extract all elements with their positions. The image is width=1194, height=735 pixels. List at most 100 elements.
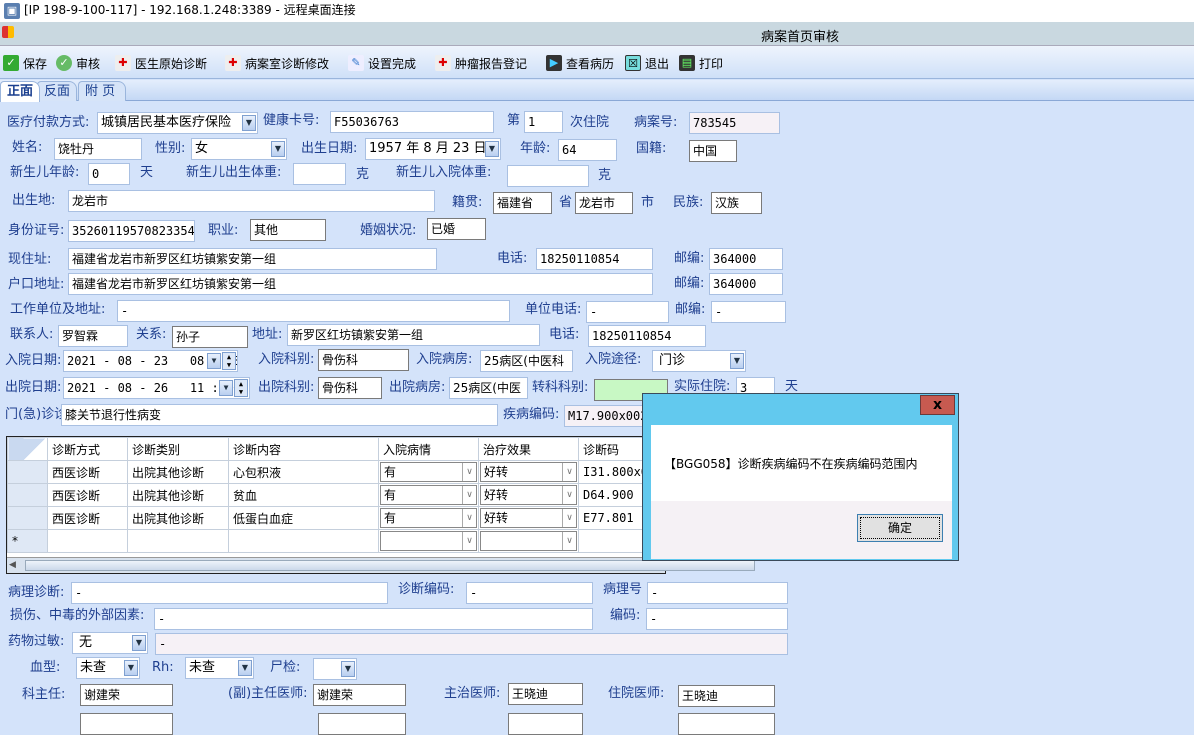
director-field[interactable]: 谢建荣 [80,684,173,706]
chevron-down-icon[interactable]: ∨ [462,486,476,504]
partial-field[interactable] [678,713,775,735]
cell[interactable]: 低蛋白血症 [228,506,379,530]
chevron-down-icon[interactable]: ▼ [238,660,252,676]
phone-field[interactable]: 18250110854 [536,248,653,270]
set-complete-button[interactable]: ✎ 设置完成 [348,54,416,72]
admission-condition-select[interactable]: 有 ∨ [378,506,479,530]
contact-address-field[interactable]: 新罗区红坊镇紫安第一组 [287,324,540,346]
case-no-field[interactable]: 783545 [689,112,780,134]
job-field[interactable]: 其他 [250,219,326,241]
injury-field[interactable]: - [154,608,593,630]
row-header[interactable] [7,460,48,484]
chevron-down-icon[interactable]: ▼ [485,141,499,157]
path-no-field[interactable]: - [647,582,788,604]
partial-field[interactable] [318,713,406,735]
row-header[interactable] [7,483,48,507]
marital-field[interactable]: 已婚 [427,218,486,240]
injury-code-field[interactable]: - [646,608,788,630]
newborn-admit-weight-field[interactable] [507,165,589,187]
cell[interactable]: 出院其他诊断 [127,506,229,530]
cell[interactable]: 西医诊断 [47,483,128,507]
visit-count-field[interactable]: 1 [524,111,563,133]
chief-physician-field[interactable]: 谢建荣 [313,684,406,706]
partial-field[interactable] [80,713,173,735]
health-card-field[interactable]: F55036763 [330,111,494,133]
cell[interactable]: 西医诊断 [47,506,128,530]
native-province-field[interactable]: 福建省 [493,192,552,214]
discharge-datetime-picker[interactable]: 2021 - 08 - 26 11 : 06 ▼ ▲ ▼ [63,377,250,399]
native-city-field[interactable]: 龙岩市 [575,192,633,214]
address-field[interactable]: 福建省龙岩市新罗区红坊镇紫安第一组 [68,248,437,270]
chevron-down-icon[interactable]: ∨ [562,486,576,504]
column-header[interactable]: 诊断类别 [127,437,229,461]
out-ward-field[interactable]: 25病区(中医 [449,377,528,399]
admission-datetime-picker[interactable]: 2021 - 08 - 23 08 : 53 ▼ ▲ ▼ [63,350,238,372]
admission-condition-select[interactable]: 有 ∨ [378,483,479,507]
pathology-field[interactable]: - [71,582,388,604]
autopsy-select[interactable]: ▼ [313,658,357,680]
chevron-down-icon[interactable]: ▼ [207,353,221,369]
cell[interactable]: 出院其他诊断 [127,460,229,484]
chevron-down-icon[interactable]: ▼ [132,635,146,651]
in-dept-field[interactable]: 骨伤科 [318,349,409,371]
chevron-down-icon[interactable]: ▼ [219,380,233,396]
chevron-down-icon[interactable]: ∨ [562,532,576,550]
admission-condition-select[interactable]: 有 ∨ [378,460,479,484]
attending-field[interactable]: 王晓迪 [508,683,583,705]
chevron-down-icon[interactable]: ▼ [242,115,256,131]
name-field[interactable]: 饶牡丹 [54,138,142,160]
chevron-down-icon[interactable]: ∨ [462,509,476,527]
treatment-result-select[interactable]: 好转 ∨ [478,506,579,530]
rh-select[interactable]: 未查 ▼ [185,657,254,679]
payment-select[interactable]: 城镇居民基本医疗保险 ▼ [97,112,258,134]
ok-button[interactable]: 确定 [857,514,943,542]
id-number-field[interactable]: 352601195708233541 [68,220,195,242]
column-header[interactable]: 诊断内容 [228,437,379,461]
work-phone-field[interactable]: - [586,301,669,323]
horizontal-scrollbar[interactable]: ◀ [7,557,755,573]
work-zip-field[interactable]: - [711,301,786,323]
sex-select[interactable]: 女 ▼ [191,138,287,160]
contact-phone-field[interactable]: 18250110854 [588,325,706,347]
path-code-field[interactable]: - [466,582,593,604]
cell[interactable]: 西医诊断 [47,460,128,484]
cell[interactable]: 贫血 [228,483,379,507]
save-button[interactable]: ✓ 保存 [3,54,47,72]
out-dept-field[interactable]: 骨伤科 [318,377,382,399]
partial-field[interactable] [508,713,583,735]
tab-back[interactable]: 反面 [37,81,78,101]
column-header[interactable]: 治疗效果 [478,437,579,461]
cell[interactable] [47,529,128,553]
audit-button[interactable]: ✓ 审核 [56,54,100,72]
chevron-down-icon[interactable]: ▼ [271,141,285,157]
doctor-diagnosis-button[interactable]: ✚ 医生原始诊断 [115,54,207,72]
tab-appendix[interactable]: 附 页 [78,81,126,101]
treatment-result-select[interactable]: 好转 ∨ [478,460,579,484]
newborn-birth-weight-field[interactable] [293,163,346,185]
contact-field[interactable]: 罗智霖 [58,325,128,347]
chevron-down-icon[interactable]: ▼ [124,660,138,676]
chevron-down-icon[interactable]: ∨ [462,532,476,550]
hukou-zip-field[interactable]: 364000 [709,273,783,295]
treatment-result-select[interactable]: ∨ [478,529,579,553]
in-ward-field[interactable]: 25病区(中医科 [480,350,573,372]
cell[interactable] [228,529,379,553]
resident-field[interactable]: 王晓迪 [678,685,775,707]
zip-field[interactable]: 364000 [709,248,783,270]
in-route-select[interactable]: 门诊 ▼ [652,350,746,372]
birthplace-field[interactable]: 龙岩市 [68,190,435,212]
close-button[interactable]: x [920,395,955,415]
select-all-cell[interactable] [7,437,48,461]
spinner-icon[interactable]: ▲ ▼ [234,379,248,397]
column-header[interactable]: 入院病情 [378,437,479,461]
relation-field[interactable]: 孙子 [172,326,248,348]
chevron-down-icon[interactable]: ∨ [562,509,576,527]
cell[interactable] [127,529,229,553]
tumor-register-button[interactable]: ✚ 肿瘤报告登记 [435,54,527,72]
print-button[interactable]: ▤ 打印 [679,54,723,72]
chevron-down-icon[interactable]: ∨ [462,463,476,481]
exit-button[interactable]: ☒ 退出 [625,54,669,72]
cell[interactable]: 心包积液 [228,460,379,484]
nation-field[interactable]: 中国 [689,140,737,162]
spinner-icon[interactable]: ▲ ▼ [222,352,236,370]
